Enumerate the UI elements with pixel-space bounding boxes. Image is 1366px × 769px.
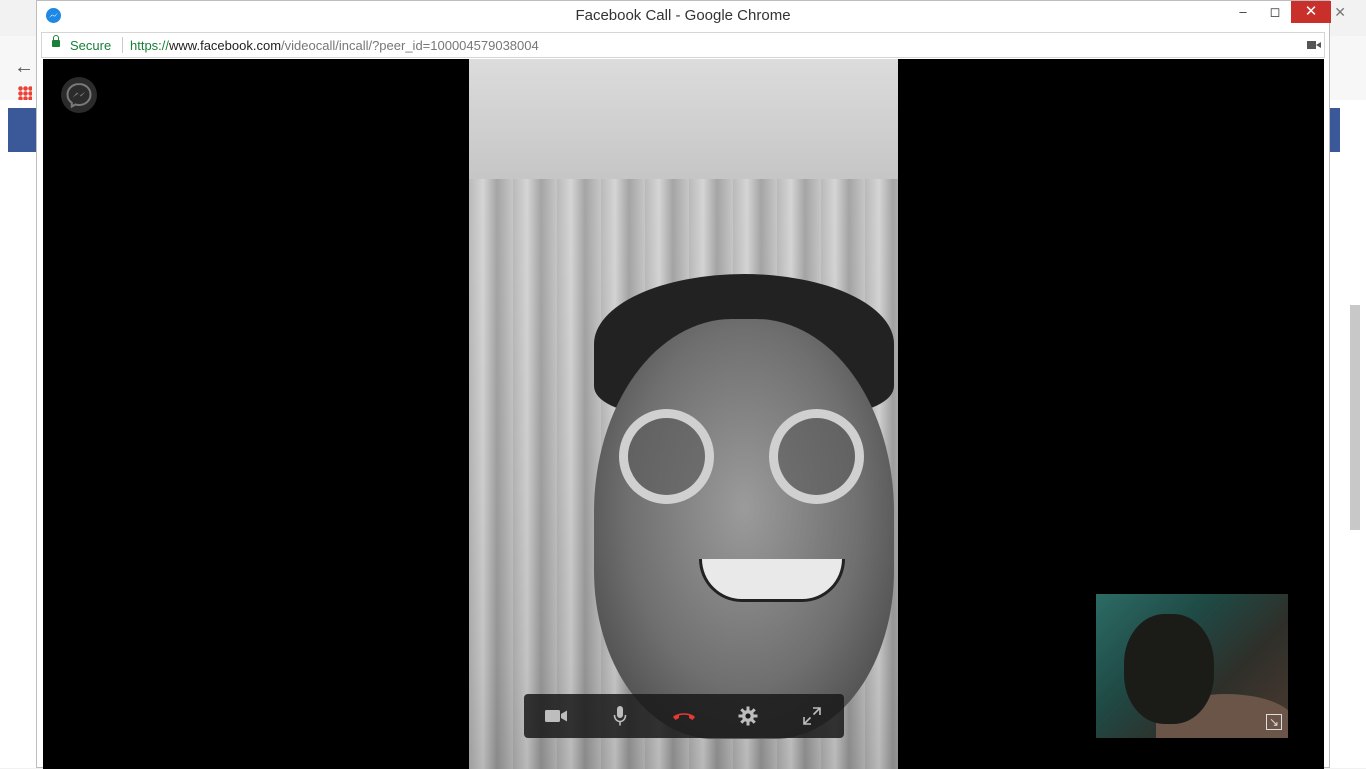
fullscreen-button[interactable] <box>780 694 844 738</box>
mic-icon <box>613 706 627 726</box>
messenger-icon <box>61 77 97 113</box>
end-call-button[interactable] <box>652 694 716 738</box>
camera-in-use-icon[interactable] <box>1307 41 1321 49</box>
self-view-video[interactable]: ↘ <box>1096 594 1288 738</box>
remote-video-feed <box>469 59 898 769</box>
apps-grid-icon[interactable] <box>18 86 32 100</box>
video-call-area: ↘ <box>43 59 1324 769</box>
mic-toggle-button[interactable] <box>588 694 652 738</box>
remote-person-smile <box>699 559 845 602</box>
video-icon <box>545 710 567 722</box>
gear-icon <box>738 706 758 726</box>
url-protocol: https:// <box>130 38 170 53</box>
window-titlebar[interactable]: Facebook Call - Google Chrome – ◻ ✕ <box>37 1 1331 31</box>
remote-person-glasses-left <box>619 409 714 504</box>
close-button[interactable]: ✕ <box>1291 1 1331 23</box>
remote-wall <box>469 59 898 189</box>
url-text[interactable]: https://www.facebook.com/videocall/incal… <box>130 38 539 53</box>
call-controls-bar <box>524 694 844 738</box>
settings-button[interactable] <box>716 694 780 738</box>
self-view-expand-icon[interactable]: ↘ <box>1266 714 1282 730</box>
url-path: /videocall/incall/?peer_id=1000045790380… <box>281 38 539 53</box>
window-title: Facebook Call - Google Chrome <box>575 7 791 24</box>
expand-icon <box>803 707 821 725</box>
maximize-button[interactable]: ◻ <box>1259 1 1291 23</box>
remote-person-face <box>594 319 894 739</box>
address-bar[interactable]: Secure https://www.facebook.com/videocal… <box>41 32 1325 58</box>
address-separator <box>122 37 123 53</box>
lock-icon <box>52 35 60 47</box>
background-scrollbar[interactable] <box>1350 305 1360 530</box>
phone-hangup-icon <box>673 713 695 720</box>
facebook-call-window: Facebook Call - Google Chrome – ◻ ✕ Secu… <box>36 0 1331 769</box>
video-toggle-button[interactable] <box>524 694 588 738</box>
remote-person-glasses-right <box>769 409 864 504</box>
minimize-button[interactable]: – <box>1227 1 1259 23</box>
background-close-icon[interactable]: ✕ <box>1334 4 1346 21</box>
back-arrow-icon[interactable]: ← <box>14 56 34 79</box>
self-view-face <box>1124 614 1214 724</box>
secure-label[interactable]: Secure <box>70 38 111 53</box>
url-host: www.facebook.com <box>169 38 282 53</box>
